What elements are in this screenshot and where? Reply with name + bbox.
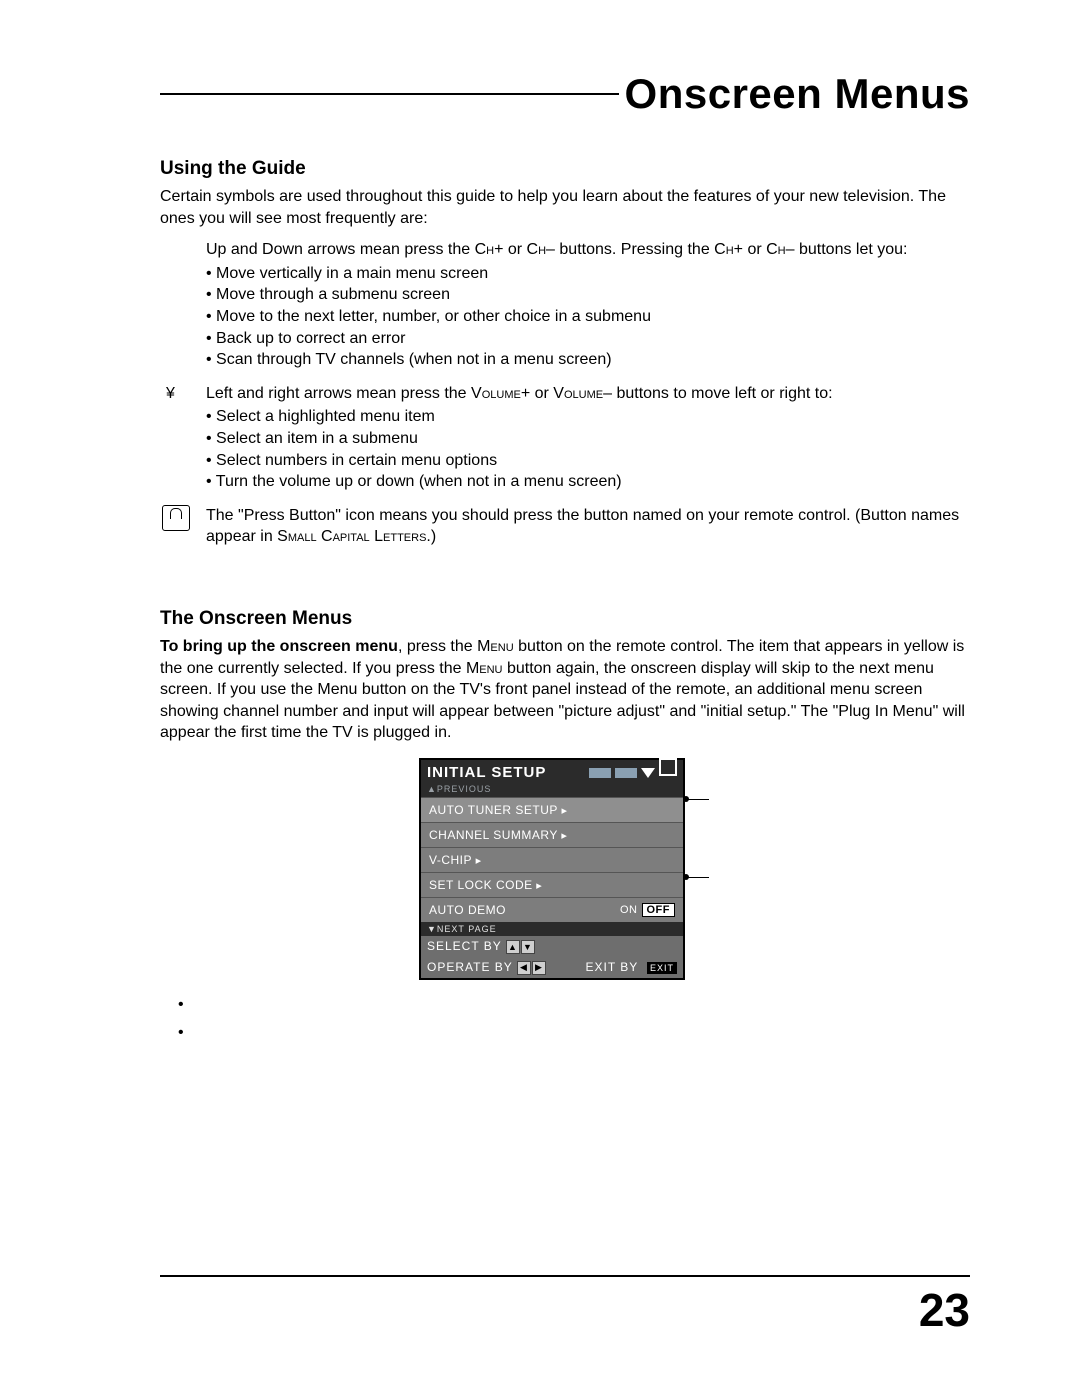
osd-row-lock-code: SET LOCK CODE [421, 872, 683, 897]
press-button-block: The "Press Button" icon means you should… [206, 505, 970, 548]
bullet: Move vertically in a main menu screen [206, 263, 970, 285]
bullet: Turn the volume up or down (when not in … [206, 471, 970, 493]
bullet: Move to the next letter, number, or othe… [206, 306, 970, 328]
osd-header: INITIAL SETUP [421, 760, 683, 784]
title-rule [160, 93, 619, 95]
onscreen-para: To bring up the onscreen menu, press the… [160, 636, 970, 744]
section-heading-using-guide: Using the Guide [160, 158, 970, 180]
bullet: Scan through TV channels (when not in a … [206, 349, 970, 371]
manual-page: Onscreen Menus Using the Guide Certain s… [0, 0, 1080, 1397]
osd-row-vchip: V-CHIP [421, 847, 683, 872]
osd-row-auto-demo: AUTO DEMO ON OFF [421, 897, 683, 922]
osd-row-auto-tuner: AUTO TUNER SETUP [421, 797, 683, 822]
note-bullet [178, 994, 970, 1016]
updown-lead: Up and Down arrows mean press the Ch+ or… [206, 241, 908, 258]
note-bullet [178, 1022, 970, 1044]
osd-title: INITIAL SETUP [427, 764, 546, 781]
osd-figure: INITIAL SETUP ▲PREVIOUS AUTO TUNER SETUP… [160, 758, 970, 980]
leftright-symbol: ¥ [166, 383, 175, 405]
bullet: Select an item in a submenu [206, 428, 970, 450]
down-arrow-icon [641, 768, 655, 778]
osd-header-decoration [589, 764, 677, 782]
bullet: Select numbers in certain menu options [206, 450, 970, 472]
press-button-icon [162, 505, 190, 531]
square-icon [659, 758, 677, 776]
updown-arrows-block: Up and Down arrows mean press the Ch+ or… [206, 239, 970, 371]
osd-on-off: ON OFF [620, 903, 675, 917]
osd-row-channel-summary: CHANNEL SUMMARY [421, 822, 683, 847]
updown-bullets: Move vertically in a main menu screen Mo… [206, 263, 970, 371]
chapter-title: Onscreen Menus [625, 70, 970, 118]
osd-footer-2: OPERATE BY ◀▶ EXIT BY EXIT [421, 957, 683, 978]
bullet: Back up to correct an error [206, 328, 970, 350]
leftright-bullets: Select a highlighted menu item Select an… [206, 406, 970, 492]
chapter-title-bar: Onscreen Menus [160, 70, 970, 118]
page-number: 23 [919, 1283, 970, 1337]
bullet: Move through a submenu screen [206, 284, 970, 306]
using-guide-intro: Certain symbols are used throughout this… [160, 186, 970, 229]
bullet: Select a highlighted menu item [206, 406, 970, 428]
osd-footer: SELECT BY ▲▼ [421, 936, 683, 957]
osd-menu: INITIAL SETUP ▲PREVIOUS AUTO TUNER SETUP… [419, 758, 685, 980]
note-bullets [160, 994, 970, 1045]
osd-next-page: ▼NEXT PAGE [421, 922, 683, 936]
section-heading-onscreen: The Onscreen Menus [160, 608, 970, 630]
leftright-arrows-block: ¥ Left and right arrows mean press the V… [206, 383, 970, 493]
osd-previous: ▲PREVIOUS [421, 784, 683, 797]
footer-rule [160, 1275, 970, 1277]
leftright-lead: Left and right arrows mean press the Vol… [206, 385, 833, 402]
